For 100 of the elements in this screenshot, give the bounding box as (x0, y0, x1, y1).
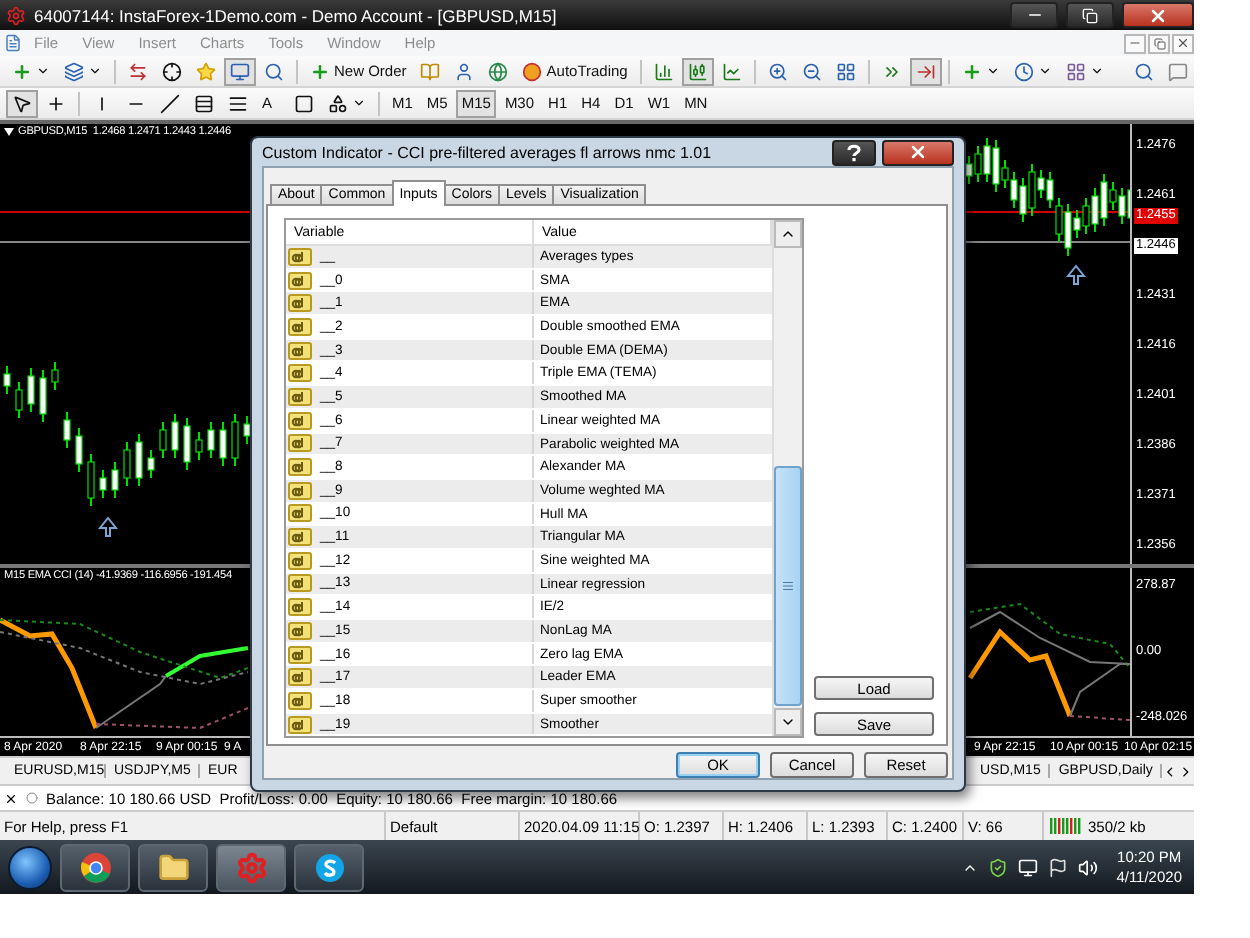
string-type-icon (288, 528, 312, 547)
maximize-button[interactable] (1066, 2, 1114, 28)
string-type-icon (288, 341, 312, 360)
candle (51, 361, 59, 391)
clock-icon (1013, 61, 1034, 81)
close-icon (908, 142, 928, 162)
help-button[interactable] (832, 139, 876, 165)
plus-icon (310, 61, 330, 81)
string-type-icon (288, 481, 312, 500)
candle (147, 449, 155, 479)
network-icon[interactable] (1018, 857, 1039, 877)
candle (231, 413, 239, 467)
grip-icon (782, 580, 794, 593)
cursor-button[interactable] (6, 89, 38, 117)
candle (111, 461, 119, 499)
zoom-out-icon (801, 61, 822, 81)
caret-icon (36, 64, 50, 78)
candles-button[interactable] (681, 57, 714, 85)
scroll-thumb[interactable] (774, 466, 802, 707)
speaker-icon[interactable] (1078, 857, 1099, 877)
string-type-icon (288, 574, 312, 593)
close-button[interactable] (882, 139, 954, 165)
grid-icon (835, 61, 856, 81)
string-type-icon (288, 504, 312, 523)
close-icon[interactable] (4, 791, 18, 805)
chat-icon (1168, 61, 1188, 81)
string-type-icon (288, 434, 312, 453)
bar-chart-icon (653, 61, 674, 81)
up-arrow-icon (97, 516, 119, 537)
candle (243, 415, 251, 445)
window-title: 64007144: InstaForex-1Demo.com - Demo Account - [GBPUSD,M15] (34, 5, 559, 25)
candle (123, 441, 131, 487)
globe-icon (488, 61, 509, 81)
app-gear-icon (6, 5, 26, 25)
cursor-icon (12, 93, 32, 113)
taskbar-app-button[interactable] (294, 843, 364, 891)
close-icon (1148, 5, 1168, 25)
chart-shift-button[interactable] (909, 57, 942, 85)
arrow-to-line-icon (915, 61, 936, 81)
string-type-icon (288, 247, 312, 266)
string-type-icon (288, 598, 312, 617)
diagonal-line-icon (160, 93, 180, 113)
caret-icon (985, 64, 1000, 78)
candle (87, 453, 95, 507)
flag-icon[interactable] (1048, 857, 1069, 877)
taskbar-app-button[interactable] (60, 843, 130, 891)
minimize-icon (1128, 36, 1142, 50)
candle (75, 427, 83, 473)
up-arrow-icon (1065, 264, 1087, 285)
terminal-button[interactable] (224, 57, 256, 85)
string-type-icon (288, 645, 312, 664)
caret-up-icon (780, 226, 796, 242)
candle (183, 417, 191, 471)
help-icon (846, 143, 862, 161)
line-chart-icon (721, 61, 742, 81)
candle (207, 421, 215, 459)
scrollbar[interactable] (772, 220, 802, 737)
close-button[interactable] (1172, 33, 1194, 53)
candle (63, 411, 71, 449)
scroll-down-button[interactable] (774, 708, 802, 737)
string-type-icon (288, 458, 312, 477)
arrows-icon (128, 61, 148, 81)
caret-icon (1089, 64, 1104, 78)
search-icon (264, 61, 284, 81)
scroll-right-icon[interactable] (1178, 763, 1194, 779)
connection-bars-icon (1050, 818, 1082, 834)
zoom-in-icon (767, 61, 788, 81)
template-icon (1065, 61, 1086, 81)
candle (15, 381, 23, 419)
chat-app-icon (313, 851, 345, 883)
gear-icon (235, 851, 267, 883)
close-button[interactable] (1122, 2, 1194, 28)
candle (135, 433, 143, 487)
crosshair-icon (46, 93, 66, 113)
string-type-icon (288, 387, 312, 406)
caret-icon (1037, 64, 1052, 78)
candle (27, 367, 35, 413)
status-circle-icon (522, 61, 543, 81)
candle (171, 413, 179, 459)
shield-check-icon[interactable] (988, 857, 1009, 877)
candle (99, 469, 107, 499)
restore-icon (1082, 7, 1098, 23)
caret-icon[interactable] (4, 128, 14, 136)
caret-icon (88, 64, 102, 78)
plus-icon (12, 61, 32, 81)
string-type-icon (288, 551, 312, 570)
string-type-icon (288, 294, 312, 313)
taskbar-app-button[interactable] (138, 843, 208, 891)
scroll-up-button[interactable] (774, 220, 802, 248)
layers-icon (64, 61, 84, 81)
candle (39, 369, 47, 423)
candle (219, 421, 227, 467)
string-type-icon (288, 271, 312, 290)
channel-icon (194, 93, 214, 113)
start-button[interactable] (8, 845, 52, 889)
string-type-icon (288, 411, 312, 430)
document-icon (4, 34, 22, 52)
user-icon (454, 61, 475, 81)
close-icon (1176, 36, 1190, 50)
folder-icon (157, 851, 189, 883)
